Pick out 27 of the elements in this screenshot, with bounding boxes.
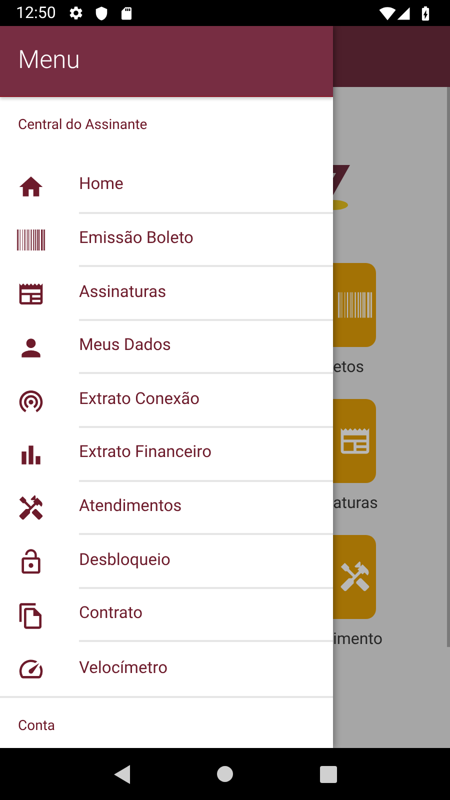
settings-icon [68,5,84,21]
menu-item[interactable]: Home [79,160,333,214]
sd-card-icon [118,6,134,20]
menu-item[interactable]: Atendimentos [79,482,333,536]
shield-icon [94,6,109,20]
back-icon[interactable] [114,764,130,784]
menu-item[interactable]: Desbloqueio [79,535,333,589]
home-icon[interactable] [216,766,232,782]
menu-item[interactable]: Assinaturas [79,267,333,321]
menu-item[interactable]: Extrato Financeiro [79,428,333,482]
drawer-title: Menu [18,45,80,78]
section-heading: Conta [18,718,56,734]
cellular-signal-icon [396,6,411,20]
recents-icon[interactable] [320,766,336,782]
menu-item[interactable]: Emissão Boleto [79,214,333,268]
tools-icon [17,494,45,522]
tile-label: etos [333,356,364,378]
tile-label: imento [333,628,382,650]
clock: 12:50 [16,2,56,24]
tile-label: aturas [333,492,378,514]
menu-item[interactable]: Extrato Conexão [79,374,333,428]
wifi-icon [379,4,396,22]
menu-item[interactable]: Contrato [79,588,333,642]
tools-icon [338,560,372,594]
section-heading: Central do Assinante [18,117,148,133]
menu-item[interactable]: Meus Dados [79,320,333,374]
menu-item[interactable]: Velocímetro [79,642,333,696]
